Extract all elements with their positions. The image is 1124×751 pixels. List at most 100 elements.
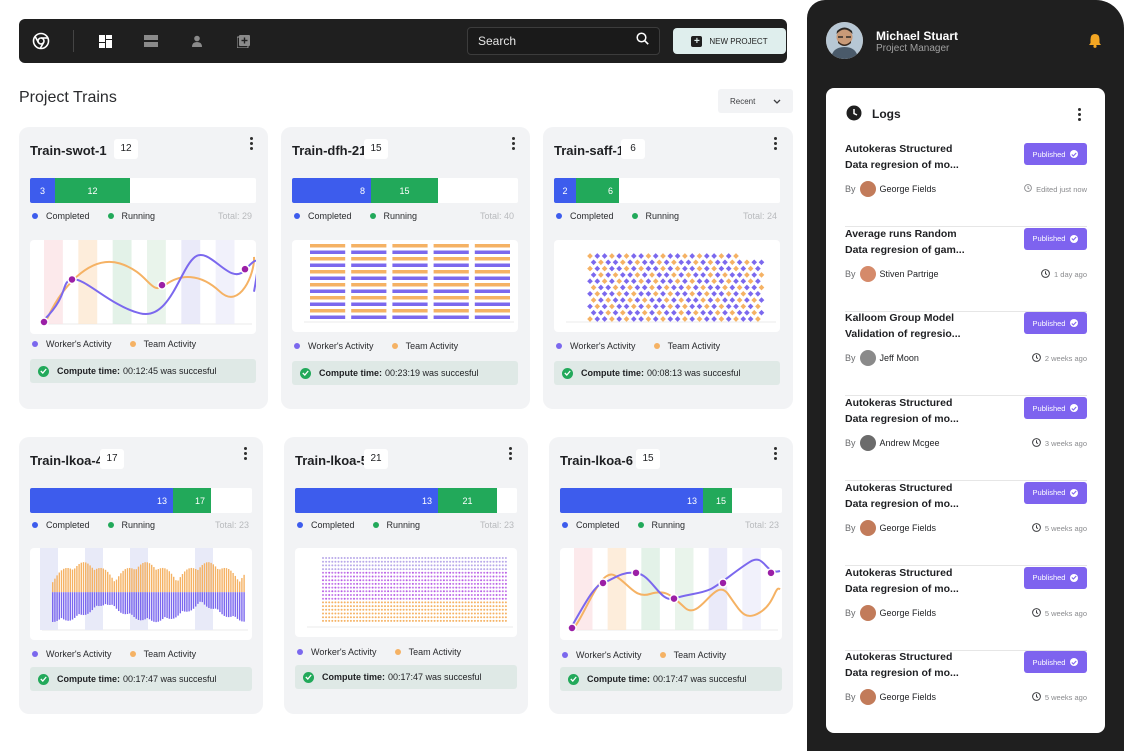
chart-diamond (758, 284, 765, 291)
author-name[interactable]: Stiven Partrige (880, 269, 939, 279)
log-entry[interactable]: Autokeras Structured Data regresion of m… (845, 566, 1087, 651)
avatar[interactable] (859, 604, 876, 621)
chart-diamond (619, 309, 626, 316)
more-menu-icon[interactable] (242, 447, 248, 460)
log-entry[interactable]: Autokeras Structured Data regresion of m… (845, 481, 1087, 566)
chart-stripe (351, 302, 387, 306)
avatar[interactable] (859, 181, 876, 197)
log-entry[interactable]: Autokeras Structured Data regresion of m… (845, 143, 1087, 227)
author-name[interactable]: George Fields (880, 523, 937, 533)
chart-diamond (663, 272, 670, 278)
published-badge[interactable]: Published (1024, 651, 1087, 674)
card-title[interactable]: Train-swot-1 (30, 143, 107, 158)
sort-dropdown[interactable]: Recent (718, 89, 793, 113)
chart-dot (430, 579, 433, 582)
chart-dot (467, 571, 470, 574)
chart-dot (365, 597, 368, 600)
more-menu-icon[interactable] (507, 447, 513, 460)
completed-dot-icon (32, 213, 38, 219)
user-icon[interactable] (174, 35, 220, 47)
card-title[interactable]: Train-saff-1 (554, 143, 624, 158)
chart-dot (328, 590, 331, 593)
chart-dot (337, 597, 340, 600)
avatar[interactable] (859, 435, 876, 452)
card-title[interactable]: Train-lkoa-5 (295, 453, 368, 468)
chart-dot (504, 560, 507, 563)
author-name[interactable]: Andrew Mcgee (880, 438, 940, 448)
chart-dot (387, 582, 390, 585)
dashboard-icon[interactable] (82, 34, 128, 48)
chart-point[interactable] (766, 568, 776, 578)
chart-point[interactable] (39, 317, 49, 327)
chart-dot (390, 575, 393, 578)
chart-point[interactable] (567, 623, 577, 633)
chart-point[interactable] (598, 578, 608, 588)
chart-dot (477, 605, 479, 608)
train-card[interactable]: Train-dfh-21 15 8 15 Completed Running T… (281, 127, 530, 409)
more-menu-icon[interactable] (772, 137, 778, 150)
published-badge[interactable]: Published (1024, 481, 1087, 504)
chrome-logo-icon[interactable] (19, 32, 63, 50)
chart-dot (498, 560, 501, 563)
check-circle-icon (300, 367, 311, 379)
chart-point[interactable] (631, 568, 641, 578)
card-title[interactable]: Train-lkoa-6 (560, 453, 633, 468)
train-card[interactable]: Train-lkoa-6 15 13 15 Completed Running … (549, 437, 793, 714)
avatar[interactable] (859, 350, 876, 367)
chart-dot (442, 579, 445, 582)
chart-point[interactable] (67, 274, 77, 285)
chart-dot (486, 575, 489, 578)
author-name[interactable]: Jeff Moon (880, 353, 919, 363)
chart-point[interactable] (669, 593, 679, 604)
log-entry[interactable]: Average runs Random Data regresion of ga… (845, 227, 1087, 312)
chart-point[interactable] (240, 264, 250, 274)
layers-icon[interactable] (128, 35, 174, 47)
log-timestamp: 2 weeks ago (1031, 353, 1087, 364)
card-title[interactable]: Train-dfh-21 (292, 143, 366, 158)
author-name[interactable]: George Fields (880, 184, 937, 194)
more-menu-icon[interactable] (248, 137, 254, 150)
card-title[interactable]: Train-lkoa-4 (30, 453, 103, 468)
bell-icon[interactable] (1088, 33, 1102, 53)
published-badge[interactable]: Published (1024, 227, 1087, 250)
chart-dot (322, 608, 324, 611)
train-card[interactable]: Train-swot-1 12 3 12 Completed Running T… (19, 127, 268, 409)
chart-dot (498, 612, 501, 615)
author-name[interactable]: George Fields (880, 608, 937, 618)
avatar[interactable] (859, 519, 876, 536)
search-icon[interactable] (636, 32, 649, 50)
chart-dot (384, 594, 386, 596)
chart-bar-up (67, 567, 69, 593)
chart-point[interactable] (157, 280, 167, 290)
avatar[interactable] (859, 689, 876, 706)
search-input[interactable] (478, 34, 636, 48)
add-box-icon[interactable] (220, 34, 266, 48)
chart-dot (480, 590, 483, 593)
chart-dot (470, 612, 473, 615)
train-card[interactable]: Train-lkoa-4 17 13 17 Completed Running … (19, 437, 263, 714)
chart-diamond (612, 297, 619, 303)
log-entry[interactable]: Autokeras Structured Data regresion of m… (845, 397, 1087, 482)
avatar[interactable] (826, 22, 863, 59)
avatar[interactable] (859, 265, 876, 282)
chart-dot (402, 616, 405, 619)
chart-point[interactable] (718, 578, 728, 588)
published-badge[interactable]: Published (1024, 566, 1087, 589)
chart-dot (353, 579, 355, 582)
new-project-button[interactable]: + NEW PROJECT (673, 28, 786, 54)
published-badge[interactable]: Published (1024, 143, 1087, 165)
chart-bar-down (67, 592, 69, 621)
author-name[interactable]: George Fields (880, 692, 937, 702)
more-menu-icon[interactable] (510, 137, 516, 150)
published-badge[interactable]: Published (1024, 397, 1087, 420)
train-card[interactable]: Train-saff-1 6 2 6 Completed Running Tot… (543, 127, 793, 409)
more-menu-icon[interactable] (1078, 108, 1081, 121)
chart-dot (455, 560, 458, 563)
published-badge[interactable]: Published (1024, 312, 1087, 335)
chart-diamond (714, 284, 721, 291)
more-menu-icon[interactable] (772, 447, 778, 460)
train-card[interactable]: Train-lkoa-5 21 13 21 Completed Running … (284, 437, 528, 714)
chart-dot (340, 597, 343, 600)
log-entry[interactable]: Kalloom Group Model Validation of regres… (845, 312, 1087, 397)
log-entry[interactable]: Autokeras Structured Data regresion of m… (845, 651, 1087, 735)
